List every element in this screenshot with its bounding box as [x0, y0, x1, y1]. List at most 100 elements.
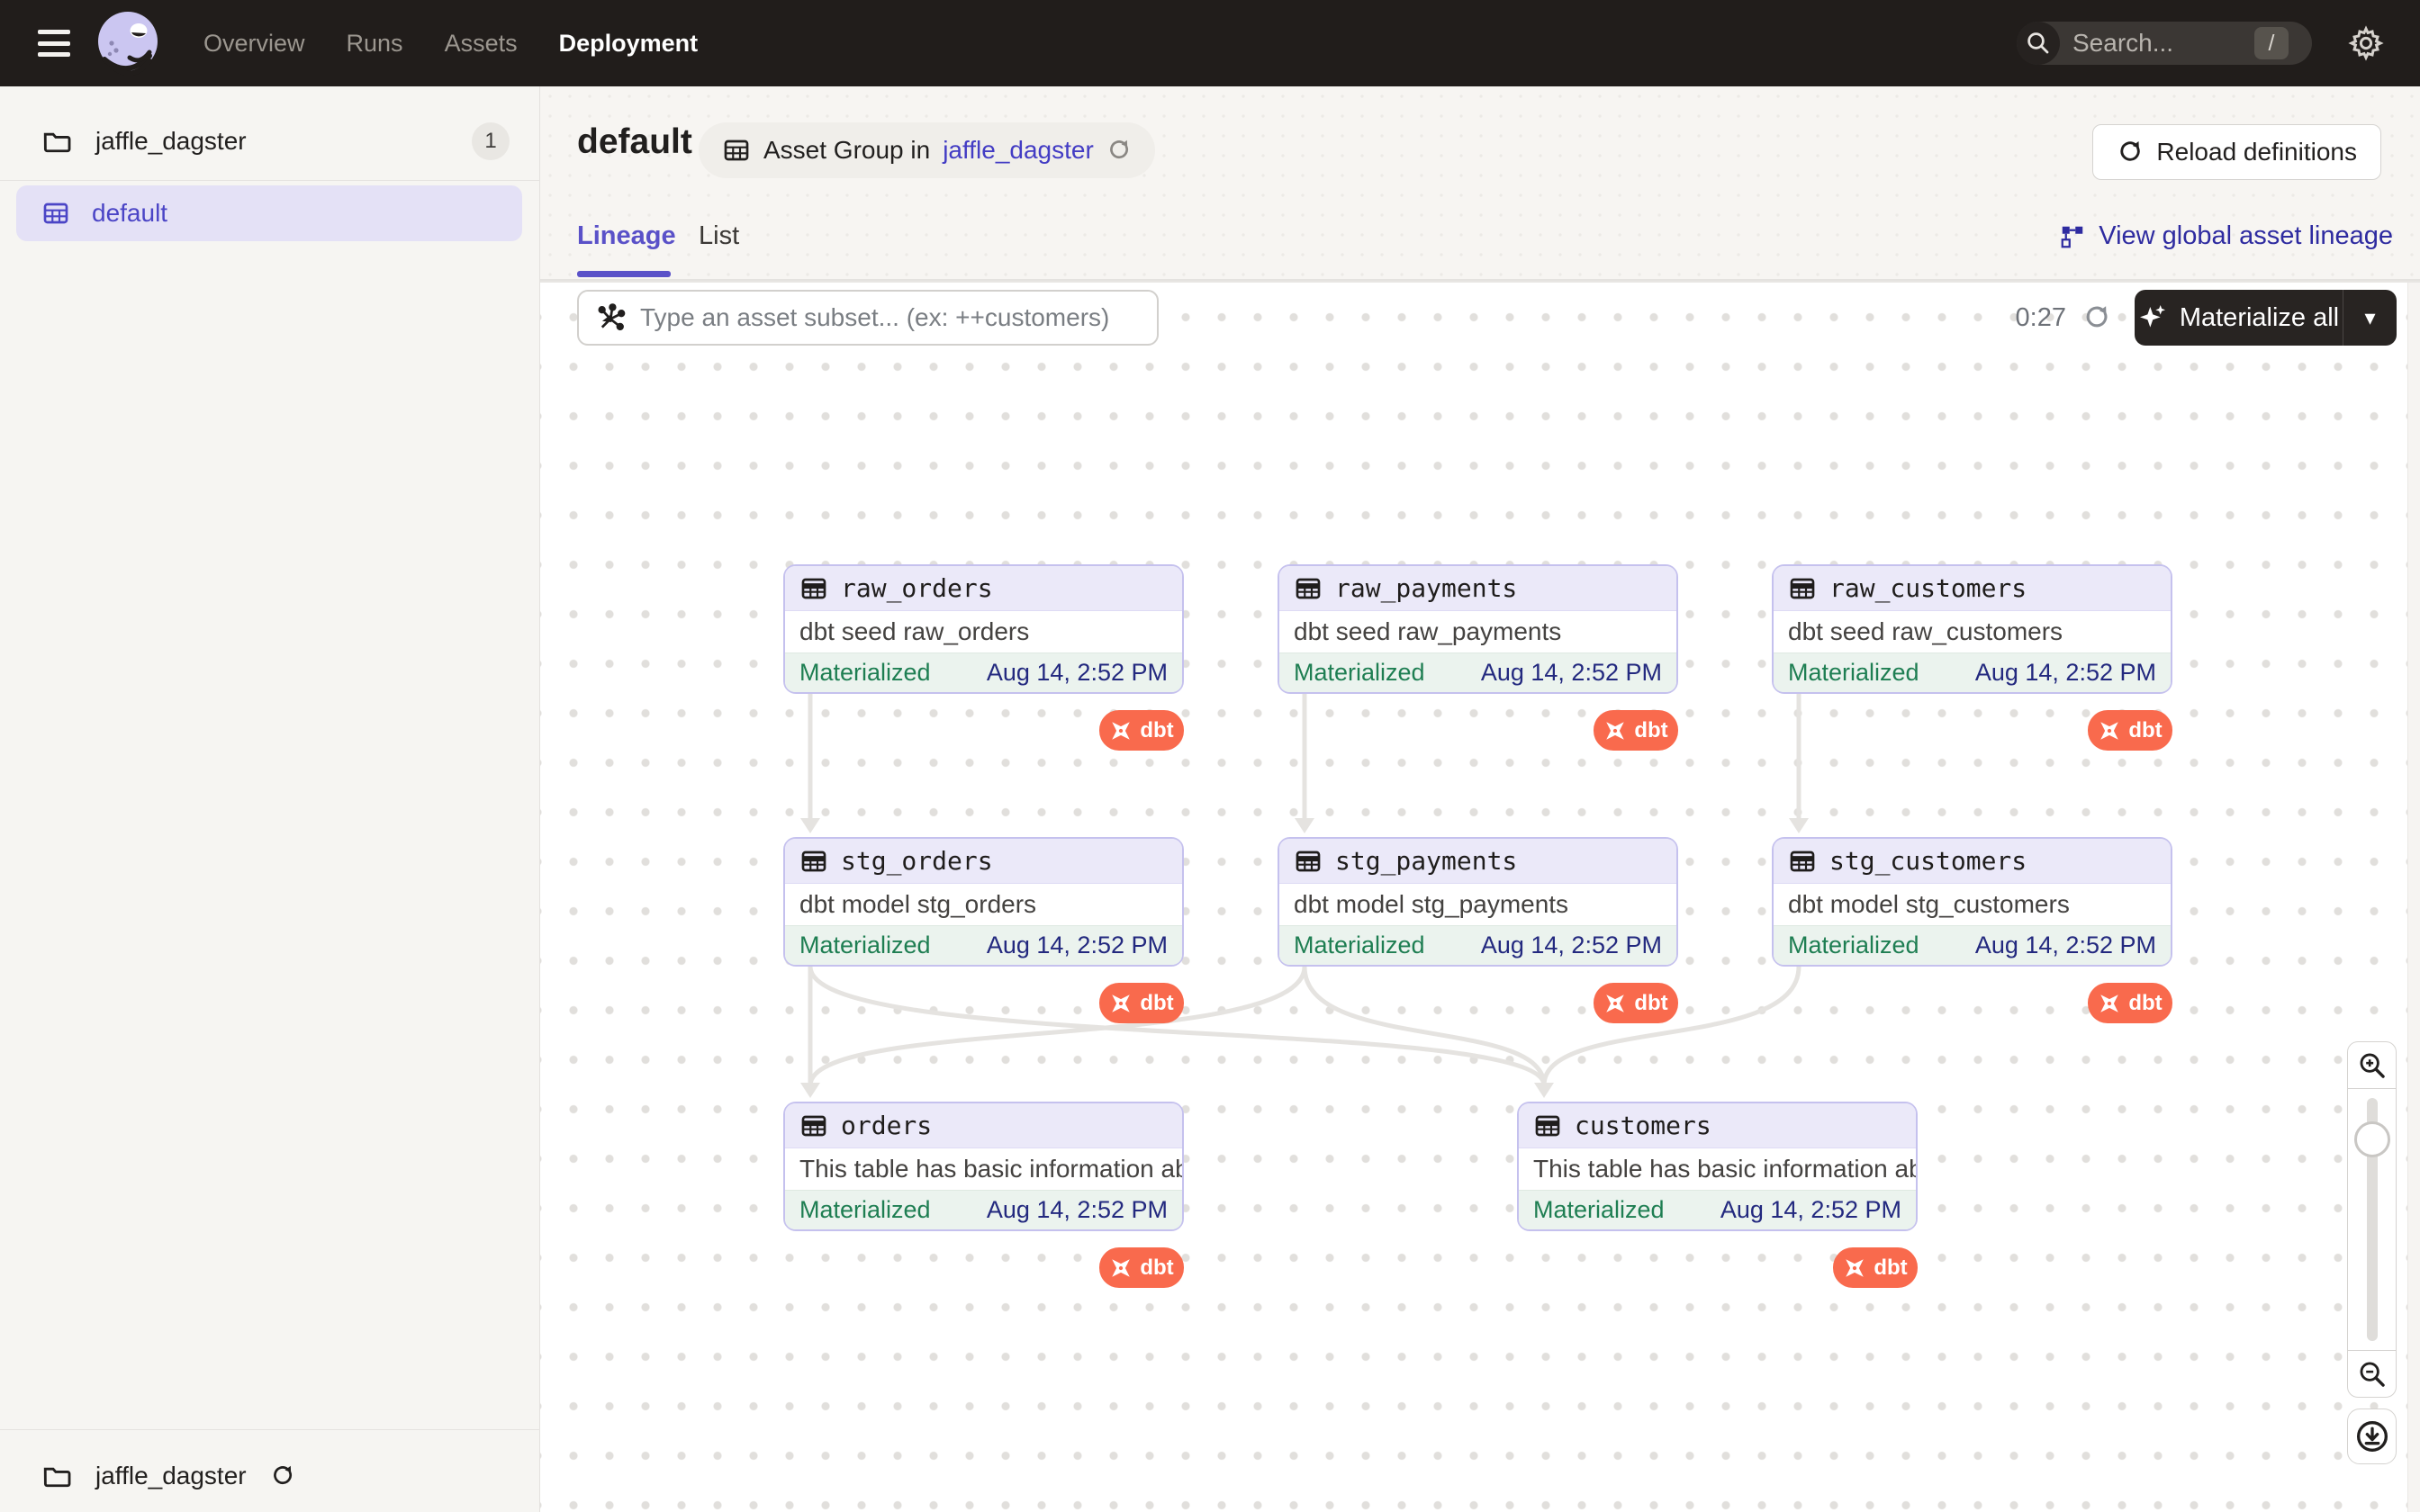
asset-node-orders[interactable]: orders This table has basic information …: [783, 1102, 1184, 1231]
nav-item-assets[interactable]: Assets: [445, 30, 518, 58]
reload-definitions-label: Reload definitions: [2156, 138, 2357, 166]
asset-timestamp[interactable]: Aug 14, 2:52 PM: [1720, 1196, 1901, 1224]
sidebar-group-row[interactable]: jaffle_dagster 1: [41, 113, 510, 169]
view-global-asset-lineage-link[interactable]: View global asset lineage: [2059, 221, 2393, 251]
nav-item-overview[interactable]: Overview: [203, 30, 305, 58]
dbt-badge-raw_customers[interactable]: dbt: [2088, 710, 2172, 751]
refresh-icon[interactable]: [1106, 138, 1132, 163]
asset-description: dbt model stg_orders: [785, 884, 1182, 925]
dbt-badge-stg_customers[interactable]: dbt: [2088, 983, 2172, 1023]
asset-node-footer: Materialized Aug 14, 2:52 PM: [1279, 925, 1676, 965]
asset-node-footer: Materialized Aug 14, 2:52 PM: [785, 1190, 1182, 1229]
asset-node-stg_payments[interactable]: stg_payments dbt model stg_payments Mate…: [1278, 837, 1678, 967]
materialize-all-main[interactable]: Materialize all: [2135, 290, 2343, 346]
asset-selection-icon: [595, 302, 626, 333]
dbt-badge-label: dbt: [2128, 718, 2162, 743]
hamburger-menu-icon[interactable]: [38, 30, 70, 57]
nav-item-deployment[interactable]: Deployment: [559, 30, 699, 58]
dbt-badge-stg_orders[interactable]: dbt: [1099, 983, 1184, 1023]
nav-item-runs[interactable]: Runs: [347, 30, 403, 58]
dbt-badge-label: dbt: [1140, 991, 1173, 1016]
asset-status: Materialized: [1294, 659, 1425, 687]
asset-node-stg_customers[interactable]: stg_customers dbt model stg_customers Ma…: [1772, 837, 2172, 967]
refresh-icon[interactable]: [270, 1463, 295, 1489]
asset-name: raw_orders: [841, 573, 993, 603]
asset-status: Materialized: [1294, 932, 1425, 959]
tab-lineage[interactable]: Lineage: [577, 221, 676, 251]
dbt-logo-icon: [1109, 719, 1133, 742]
asset-status: Materialized: [1788, 659, 1919, 687]
top-nav: Overview Runs Assets Deployment Search..…: [0, 0, 2420, 86]
active-tab-underline: [577, 271, 671, 277]
sidebar-divider: [0, 180, 540, 181]
zoom-slider[interactable]: [2347, 1089, 2397, 1350]
asset-node-header: stg_customers: [1774, 839, 2171, 884]
page-title: default: [577, 122, 692, 162]
asset-subset-input[interactable]: Type an asset subset... (ex: ++customers…: [577, 290, 1159, 346]
page-header: default Asset Group in jaffle_dagster Re…: [540, 86, 2420, 281]
lineage-canvas[interactable]: Type an asset subset... (ex: ++customers…: [540, 283, 2420, 1512]
table-icon: [1294, 574, 1323, 603]
asset-timestamp[interactable]: Aug 14, 2:52 PM: [987, 1196, 1168, 1224]
dbt-badge-orders[interactable]: dbt: [1099, 1247, 1184, 1288]
asset-timestamp[interactable]: Aug 14, 2:52 PM: [987, 932, 1168, 959]
zoom-in-button[interactable]: [2347, 1041, 2397, 1089]
dbt-logo-icon: [1109, 1256, 1133, 1280]
search-input[interactable]: Search... /: [2017, 22, 2312, 65]
dbt-badge-customers[interactable]: dbt: [1833, 1247, 1918, 1288]
reload-definitions-button[interactable]: Reload definitions: [2092, 124, 2381, 180]
zoom-out-button[interactable]: [2347, 1350, 2397, 1398]
asset-group-link[interactable]: jaffle_dagster: [943, 136, 1094, 165]
asset-timestamp[interactable]: Aug 14, 2:52 PM: [1481, 659, 1662, 687]
asset-description: This table has basic information about .…: [785, 1148, 1182, 1190]
asset-node-stg_orders[interactable]: stg_orders dbt model stg_orders Material…: [783, 837, 1184, 967]
dagster-logo[interactable]: [92, 7, 164, 79]
asset-timestamp[interactable]: Aug 14, 2:52 PM: [1975, 659, 2156, 687]
asset-timestamp[interactable]: Aug 14, 2:52 PM: [1481, 932, 1662, 959]
dbt-badge-label: dbt: [1634, 991, 1667, 1016]
asset-node-footer: Materialized Aug 14, 2:52 PM: [1279, 652, 1676, 692]
asset-subset-placeholder: Type an asset subset... (ex: ++customers…: [640, 303, 1109, 332]
asset-timestamp[interactable]: Aug 14, 2:52 PM: [987, 659, 1168, 687]
asset-node-header: stg_orders: [785, 839, 1182, 884]
asset-node-footer: Materialized Aug 14, 2:52 PM: [1774, 925, 2171, 965]
asset-status: Materialized: [1788, 932, 1919, 959]
search-icon: [2017, 22, 2060, 65]
dbt-badge-raw_orders[interactable]: dbt: [1099, 710, 1184, 751]
asset-node-raw_orders[interactable]: raw_orders dbt seed raw_orders Materiali…: [783, 564, 1184, 694]
dbt-badge-label: dbt: [1634, 718, 1667, 743]
materialize-dropdown-caret[interactable]: ▾: [2343, 290, 2397, 346]
refresh-timer: 0:27: [2016, 303, 2066, 333]
asset-node-header: customers: [1519, 1103, 1916, 1148]
asset-node-customers[interactable]: customers This table has basic informati…: [1517, 1102, 1918, 1231]
sidebar-footer-divider: [0, 1429, 540, 1430]
settings-gear-icon[interactable]: [2339, 16, 2393, 70]
asset-timestamp[interactable]: Aug 14, 2:52 PM: [1975, 932, 2156, 959]
dbt-badge-stg_payments[interactable]: dbt: [1594, 983, 1678, 1023]
asset-node-header: stg_payments: [1279, 839, 1676, 884]
asset-group-pill: Asset Group in jaffle_dagster: [699, 122, 1155, 178]
left-sidebar: jaffle_dagster 1 default jaffle_dagster: [0, 86, 540, 1512]
dagster-app: Overview Runs Assets Deployment Search..…: [0, 0, 2420, 1512]
asset-status: Materialized: [799, 932, 931, 959]
asset-group-prefix: Asset Group in: [763, 136, 930, 165]
dbt-badge-raw_payments[interactable]: dbt: [1594, 710, 1678, 751]
dbt-badge-label: dbt: [1140, 718, 1173, 743]
sidebar-item-default[interactable]: default: [16, 185, 522, 241]
asset-node-raw_payments[interactable]: raw_payments dbt seed raw_payments Mater…: [1278, 564, 1678, 694]
materialize-all-button[interactable]: Materialize all ▾: [2135, 290, 2397, 346]
asset-description: dbt seed raw_orders: [785, 611, 1182, 652]
dbt-badge-label: dbt: [1140, 1256, 1173, 1281]
asset-node-footer: Materialized Aug 14, 2:52 PM: [785, 925, 1182, 965]
table-icon: [1788, 574, 1817, 603]
refresh-icon[interactable]: [2082, 303, 2111, 332]
table-icon: [799, 574, 828, 603]
dbt-badge-label: dbt: [1874, 1256, 1907, 1281]
asset-node-raw_customers[interactable]: raw_customers dbt seed raw_customers Mat…: [1772, 564, 2172, 694]
zoom-slider-handle[interactable]: [2354, 1121, 2390, 1157]
sidebar-group-label: jaffle_dagster: [95, 127, 247, 156]
asset-name: stg_orders: [841, 846, 993, 876]
table-icon: [799, 1112, 828, 1140]
tab-list[interactable]: List: [699, 221, 739, 251]
dbt-logo-icon: [2098, 719, 2121, 742]
